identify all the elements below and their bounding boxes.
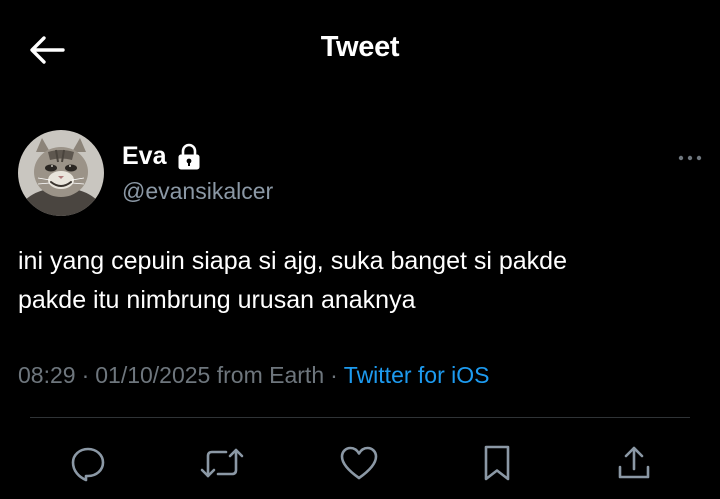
more-options-button[interactable] — [672, 148, 708, 168]
tweet-time: 08:29 — [18, 362, 76, 388]
reply-button[interactable] — [65, 440, 111, 486]
tweet-meta: 08:29 · 01/10/2025 from Earth · Twitter for … — [18, 362, 490, 389]
more-horizontal-icon — [678, 155, 702, 161]
avatar[interactable] — [18, 130, 104, 216]
retweet-icon — [200, 448, 244, 478]
author-row: Eva @evansikalcer — [18, 130, 708, 220]
tweet-source-link[interactable]: Twitter for iOS — [344, 362, 490, 388]
bookmark-icon — [484, 445, 510, 481]
divider — [30, 417, 690, 418]
display-name-link[interactable]: Eva — [122, 142, 202, 171]
tweet-location: from Earth — [216, 362, 325, 388]
tweet-text-line-2: pakde itu nimbrung urusan anaknya — [18, 286, 416, 314]
meta-separator: · — [330, 362, 338, 388]
share-icon — [618, 446, 650, 479]
cat-avatar-image — [18, 130, 104, 216]
tweet-date: 01/10/2025 — [95, 362, 211, 388]
tweet-text: ini yang cepuin siapa si ajg, suka bange… — [18, 242, 698, 320]
share-button[interactable] — [611, 440, 657, 486]
lock-icon — [178, 143, 200, 169]
tweet-text-line-1: ini yang cepuin siapa si ajg, suka bange… — [18, 247, 567, 275]
tweet-header: Tweet — [0, 0, 720, 100]
bookmark-button[interactable] — [474, 440, 520, 486]
heart-icon — [340, 446, 378, 480]
page-title: Tweet — [320, 31, 400, 63]
reply-icon — [71, 447, 105, 482]
meta-separator: · — [81, 362, 90, 388]
user-handle[interactable]: @evansikalcer — [122, 178, 273, 205]
tweet-action-bar — [0, 440, 720, 486]
display-name: Eva — [122, 142, 167, 170]
like-button[interactable] — [336, 440, 382, 486]
retweet-button[interactable] — [199, 440, 245, 486]
